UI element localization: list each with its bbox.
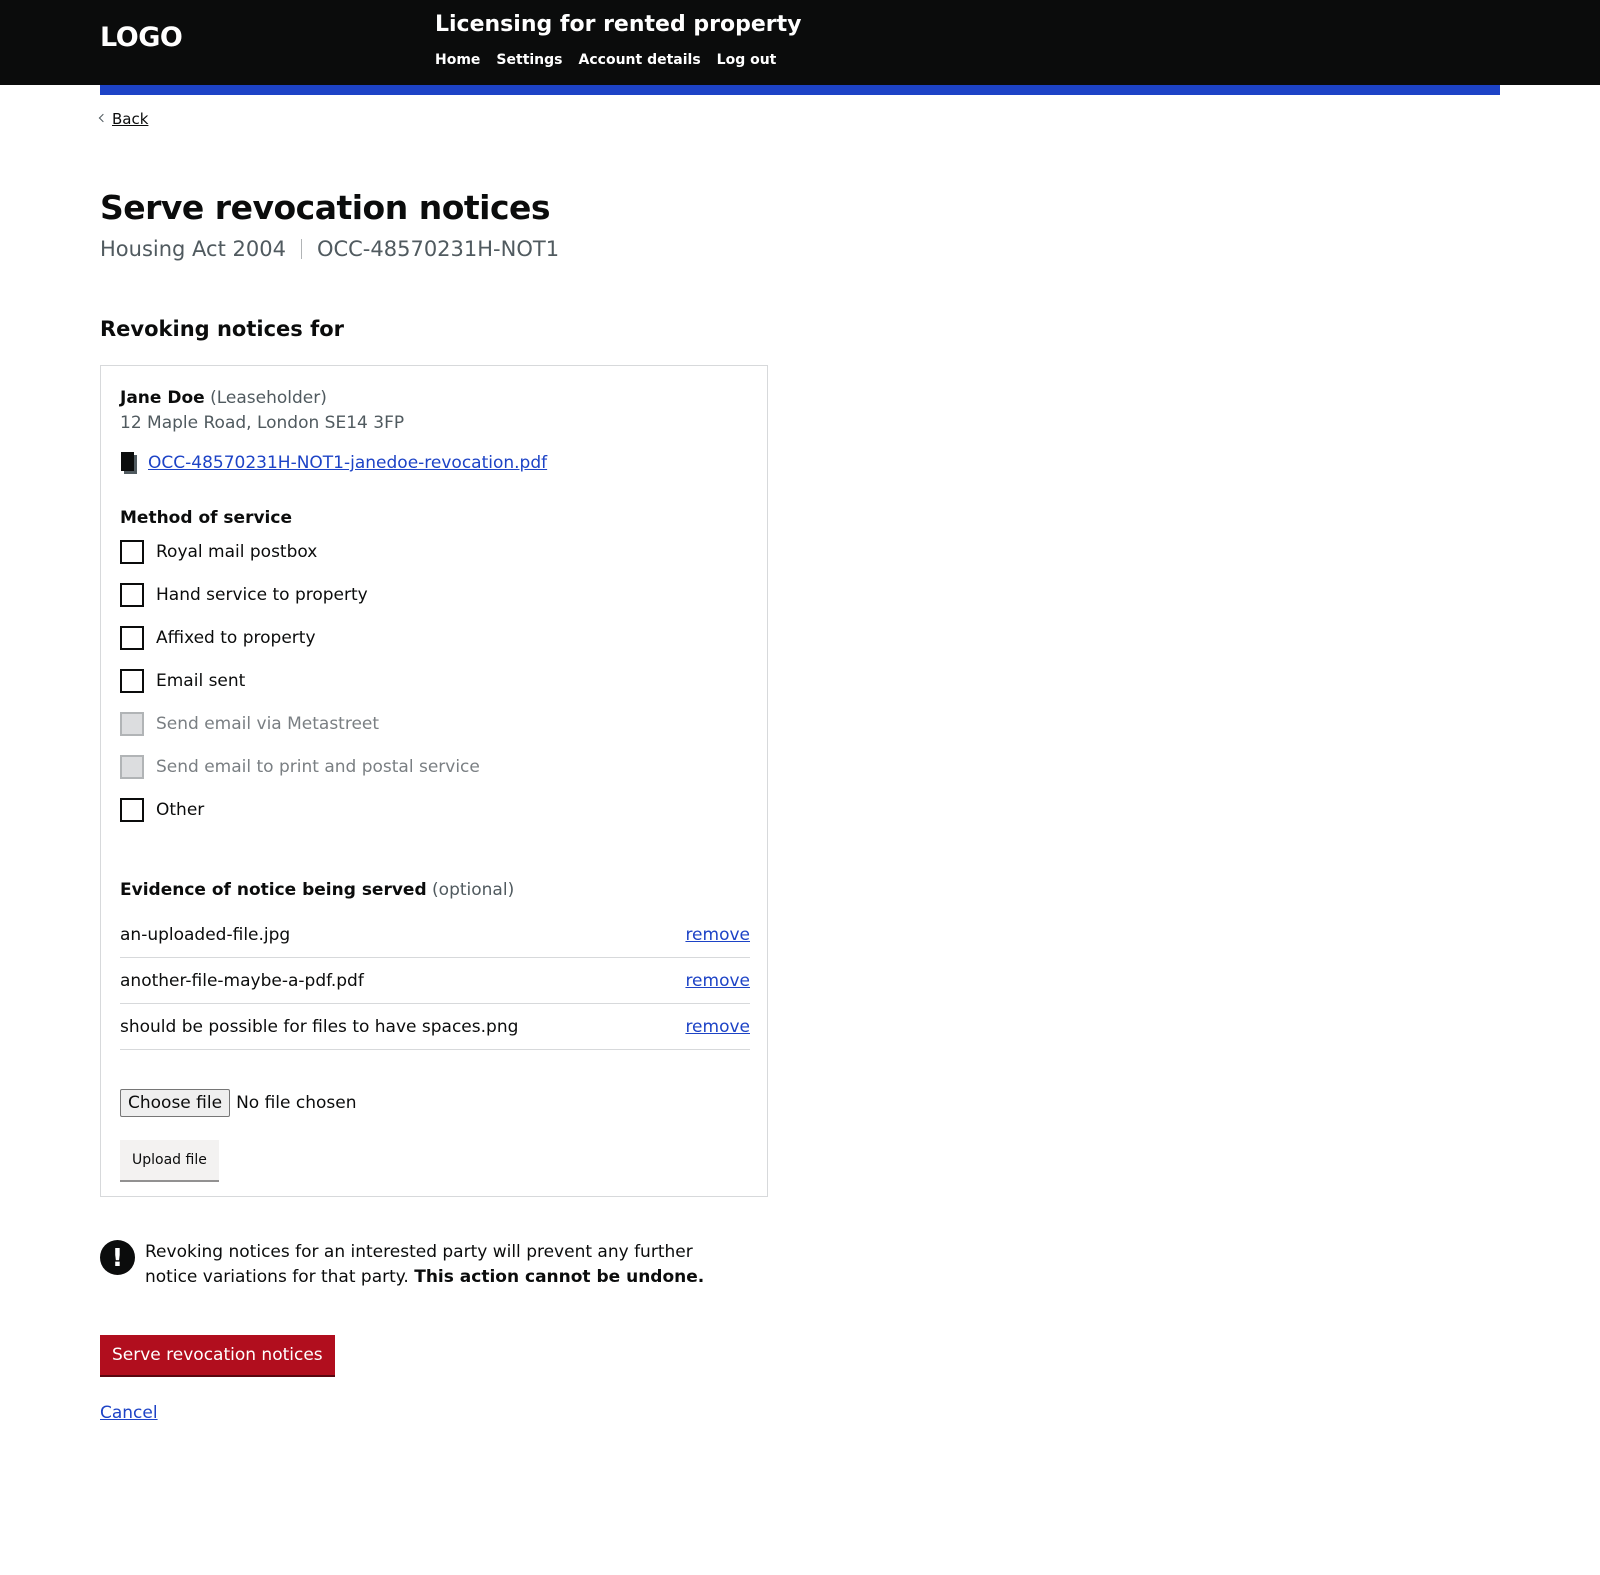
- file-row: another-file-maybe-a-pdf.pdf remove: [120, 958, 750, 1004]
- checkbox-label: Royal mail postbox: [156, 542, 318, 562]
- evidence-label: Evidence of notice being served (optiona…: [120, 880, 514, 900]
- checkbox-hand-service[interactable]: Hand service to property: [120, 583, 368, 607]
- nav-account-details[interactable]: Account details: [579, 52, 701, 68]
- nav-settings[interactable]: Settings: [496, 52, 562, 68]
- checkbox-label: Email sent: [156, 671, 246, 691]
- warning-icon: !: [100, 1240, 135, 1275]
- document-link-label[interactable]: OCC-48570231H-NOT1-janedoe-revocation.pd…: [148, 453, 547, 473]
- party-name: Jane Doe: [120, 388, 205, 408]
- party-address: 12 Maple Road, London SE14 3FP: [120, 413, 405, 433]
- checkbox-box[interactable]: [120, 798, 144, 822]
- checkbox-other[interactable]: Other: [120, 798, 204, 822]
- file-row: should be possible for files to have spa…: [120, 1004, 750, 1050]
- file-input[interactable]: Choose file No file chosen: [120, 1089, 357, 1117]
- checkbox-label: Send email to print and postal service: [156, 757, 480, 777]
- page-title: Serve revocation notices: [100, 188, 551, 227]
- header-accent-bar: [100, 85, 1500, 95]
- service-name[interactable]: Licensing for rented property: [435, 12, 801, 37]
- notice-reference: OCC-48570231H-NOT1: [316, 237, 560, 261]
- caption-divider: [300, 239, 302, 259]
- remove-file-link[interactable]: remove: [685, 925, 750, 945]
- cancel-link[interactable]: Cancel: [100, 1403, 158, 1423]
- evidence-label-text: Evidence of notice being served: [120, 880, 427, 900]
- section-heading: Revoking notices for: [100, 317, 345, 341]
- logo[interactable]: LOGO: [100, 22, 183, 53]
- no-file-chosen-text: No file chosen: [236, 1093, 357, 1113]
- document-link[interactable]: OCC-48570231H-NOT1-janedoe-revocation.pd…: [120, 451, 547, 475]
- party-role: (Leaseholder): [210, 388, 327, 408]
- page-caption: Housing Act 2004 OCC-48570231H-NOT1: [100, 237, 559, 261]
- chevron-left-icon: [98, 113, 108, 122]
- checkbox-label: Hand service to property: [156, 585, 368, 605]
- evidence-optional-hint: (optional): [432, 880, 515, 900]
- remove-file-link[interactable]: remove: [685, 971, 750, 991]
- back-link[interactable]: Back: [98, 110, 149, 128]
- method-of-service-label: Method of service: [120, 508, 292, 528]
- party-heading: Jane Doe (Leaseholder): [120, 388, 327, 408]
- back-link-label: Back: [112, 110, 149, 128]
- checkbox-label: Send email via Metastreet: [156, 714, 380, 734]
- upload-file-button[interactable]: Upload file: [120, 1140, 219, 1180]
- act-name: Housing Act 2004: [100, 237, 286, 261]
- checkbox-box[interactable]: [120, 626, 144, 650]
- serve-revocation-notices-button[interactable]: Serve revocation notices: [100, 1335, 335, 1375]
- checkbox-label: Affixed to property: [156, 628, 316, 648]
- header-nav: Home Settings Account details Log out: [435, 52, 776, 68]
- file-name: an-uploaded-file.jpg: [120, 924, 291, 945]
- checkbox-box: [120, 755, 144, 779]
- nav-home[interactable]: Home: [435, 52, 480, 68]
- checkbox-label: Other: [156, 800, 205, 820]
- checkbox-box[interactable]: [120, 669, 144, 693]
- file-row: an-uploaded-file.jpg remove: [120, 912, 750, 958]
- warning-strong: This action cannot be undone.: [414, 1267, 705, 1287]
- nav-log-out[interactable]: Log out: [717, 52, 777, 68]
- uploaded-file-list: an-uploaded-file.jpg remove another-file…: [120, 912, 750, 1050]
- checkbox-box[interactable]: [120, 583, 144, 607]
- checkbox-affixed-to-property[interactable]: Affixed to property: [120, 626, 316, 650]
- warning-text: ! Revoking notices for an interested par…: [100, 1240, 740, 1290]
- remove-file-link[interactable]: remove: [685, 1017, 750, 1037]
- checkbox-email-sent[interactable]: Email sent: [120, 669, 245, 693]
- warning-message: Revoking notices for an interested party…: [145, 1240, 740, 1290]
- file-name: another-file-maybe-a-pdf.pdf: [120, 970, 364, 991]
- document-icon: [121, 452, 137, 474]
- checkbox-box: [120, 712, 144, 736]
- checkbox-send-email-metastreet: Send email via Metastreet: [120, 712, 379, 736]
- choose-file-button[interactable]: Choose file: [120, 1089, 231, 1117]
- checkbox-send-email-print-postal: Send email to print and postal service: [120, 755, 480, 779]
- site-header: LOGO Licensing for rented property Home …: [0, 0, 1600, 85]
- party-card: Jane Doe (Leaseholder) 12 Maple Road, Lo…: [100, 365, 768, 1197]
- checkbox-box[interactable]: [120, 540, 144, 564]
- file-name: should be possible for files to have spa…: [120, 1016, 519, 1037]
- checkbox-royal-mail-postbox[interactable]: Royal mail postbox: [120, 540, 317, 564]
